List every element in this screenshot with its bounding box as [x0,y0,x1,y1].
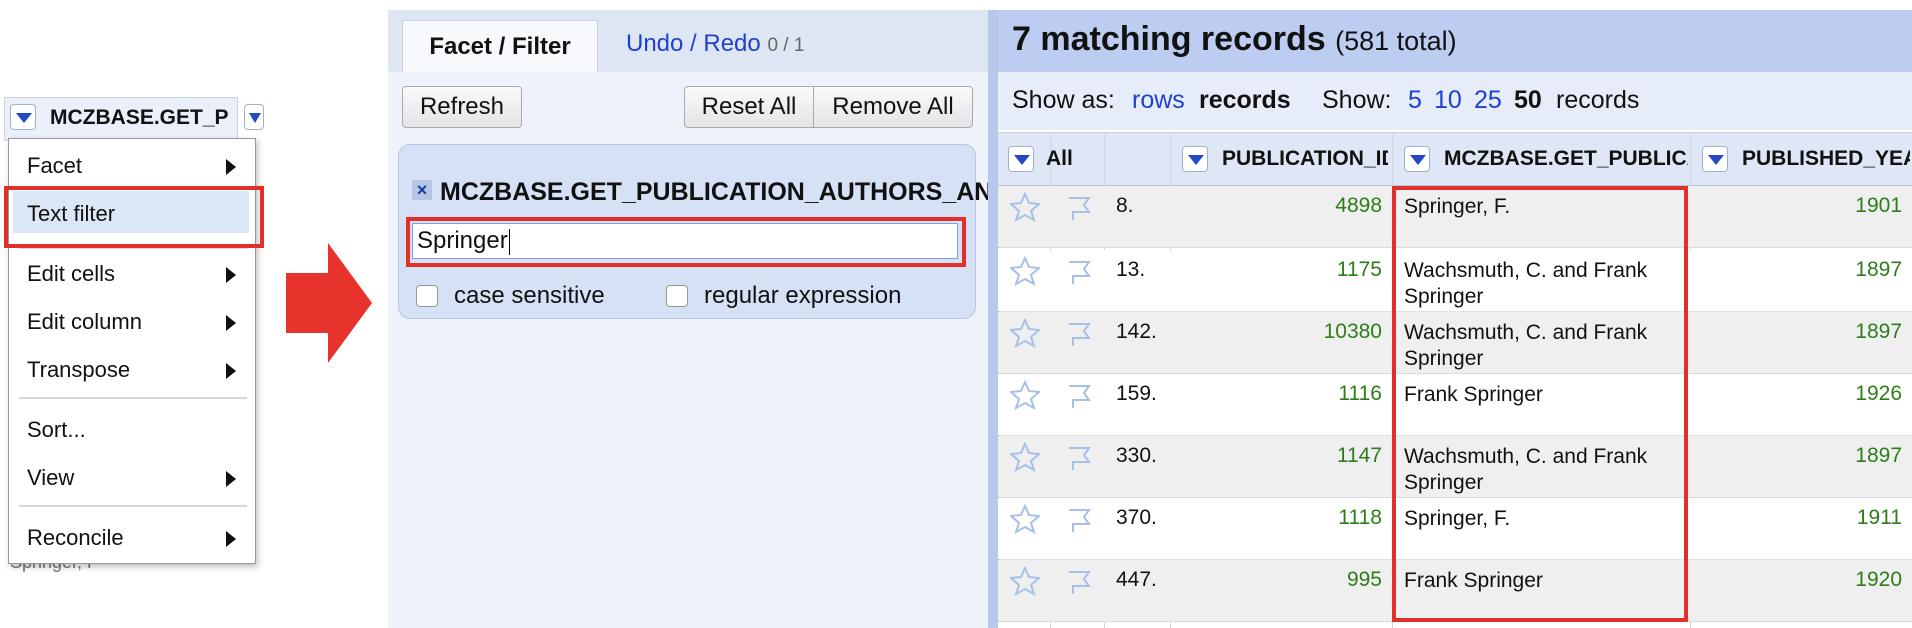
column-header-published-year: PUBLISHED_YEAR [1742,147,1910,170]
page-size-5[interactable]: 5 [1408,86,1422,115]
tab-undo-redo[interactable]: Undo / Redo 0 / 1 [626,30,804,58]
flag-icon[interactable] [1064,192,1094,222]
page-size-25[interactable]: 25 [1474,86,1502,115]
page-size-suffix: records [1556,86,1640,114]
row-index: 370. [1116,506,1157,529]
show-as-rows-link[interactable]: rows [1132,86,1185,115]
total-records: (581 total) [1335,26,1457,56]
right-arrow-icon [286,243,372,363]
menu-divider [19,505,247,507]
text-cursor [508,228,510,255]
filter-text-input[interactable]: Springer [412,223,958,259]
flag-icon[interactable] [1064,256,1094,286]
cell-publication-id: 10380 [1323,320,1382,343]
cell-published-year: 1901 [1855,194,1902,217]
undo-count: 0 / 1 [767,35,805,56]
menu-item-facet[interactable]: Facet [27,153,82,179]
column-dropdown-button[interactable] [10,104,36,130]
filter-text-value: Springer [417,227,508,254]
column-header-publication-id: PUBLICATION_ID [1222,147,1388,170]
row-index: 330. [1116,444,1157,467]
show-as-records-selected: records [1199,86,1291,114]
flag-icon[interactable] [1064,442,1094,472]
tab-undo-redo-label: Undo / Redo [626,30,761,57]
all-column-dropdown[interactable] [1008,146,1034,172]
reset-all-button[interactable]: Reset All [684,86,814,128]
row-index: 13. [1116,258,1146,281]
column-header-authors: MCZBASE.GET_PUBLICATION_AUTHORS [1444,147,1688,170]
flag-icon[interactable] [1064,380,1094,410]
cell-published-year: 1911 [1856,506,1902,529]
star-icon[interactable] [1010,380,1040,410]
submenu-arrow-icon [226,363,236,379]
chevron-down-icon [16,113,32,123]
flag-icon[interactable] [1064,504,1094,534]
show-label: Show: [1322,86,1392,114]
cell-publication-id: 995 [1346,568,1382,591]
case-sensitive-checkbox[interactable] [416,285,438,307]
submenu-arrow-icon [226,159,236,175]
remove-all-button[interactable]: Remove All [813,86,973,128]
chevron-down-icon [1188,155,1204,165]
cell-published-year: 1897 [1855,320,1902,343]
panel-divider [988,10,998,628]
cell-published-year: 1926 [1855,382,1902,405]
facet-title: MCZBASE.GET_PUBLICATION_AUTHORS_AND_EDIT… [440,178,988,206]
menu-item-edit-column[interactable]: Edit column [27,309,142,335]
star-icon[interactable] [1010,192,1040,222]
star-icon[interactable] [1010,318,1040,348]
chevron-down-icon [249,113,261,123]
column-header-label: MCZBASE.GET_P [50,106,229,129]
page-size-10[interactable]: 10 [1434,86,1462,115]
chevron-down-icon [1410,155,1426,165]
star-icon[interactable] [1010,504,1040,534]
cell-publication-id: 1116 [1338,382,1382,405]
cell-publication-id: 1147 [1336,444,1382,467]
row-index: 447. [1116,568,1157,591]
menu-item-transpose[interactable]: Transpose [27,357,130,383]
regex-checkbox[interactable] [666,285,688,307]
flag-icon[interactable] [1064,318,1094,348]
menu-divider [19,397,247,399]
chevron-down-icon [1014,155,1030,165]
submenu-arrow-icon [226,471,236,487]
show-as-label: Show as: [1012,86,1115,114]
chevron-down-icon [1708,155,1724,165]
authors-column-dropdown[interactable] [1404,146,1430,172]
submenu-arrow-icon [226,267,236,283]
row-index: 159. [1116,382,1157,405]
regex-label: regular expression [704,282,902,309]
menu-item-reconcile[interactable]: Reconcile [27,525,124,551]
flag-icon[interactable] [1064,566,1094,596]
menu-item-view[interactable]: View [27,465,74,491]
cell-published-year: 1920 [1855,568,1902,591]
page-size-50-selected: 50 [1514,86,1542,114]
cell-published-year: 1897 [1855,444,1902,467]
matching-records-count: 7 matching records [1012,20,1326,58]
submenu-arrow-icon [226,531,236,547]
refresh-button[interactable]: Refresh [402,86,522,128]
cell-published-year: 1897 [1855,258,1902,281]
cell-publication-id: 1118 [1338,506,1382,529]
publication-id-column-dropdown[interactable] [1182,146,1208,172]
records-summary: 7 matching records (581 total) [1012,20,1457,59]
menu-item-edit-cells[interactable]: Edit cells [27,261,115,287]
star-icon[interactable] [1010,566,1040,596]
tab-facet-filter[interactable]: Facet / Filter [402,20,598,72]
column-header-all: All [1046,147,1073,170]
row-index: 142. [1116,320,1157,343]
text-filter-highlight-box [4,186,264,248]
menu-item-sort[interactable]: Sort... [27,417,86,443]
case-sensitive-label: case sensitive [454,282,605,309]
year-column-dropdown[interactable] [1702,146,1728,172]
star-icon[interactable] [1010,256,1040,286]
next-column-dropdown-button[interactable] [244,104,264,130]
close-facet-icon[interactable]: × [412,180,432,200]
authors-column-highlight-box [1392,186,1688,622]
row-index: 8. [1116,194,1134,217]
cell-publication-id: 1175 [1336,258,1382,281]
cell-publication-id: 4898 [1335,194,1382,217]
star-icon[interactable] [1010,442,1040,472]
submenu-arrow-icon [226,315,236,331]
